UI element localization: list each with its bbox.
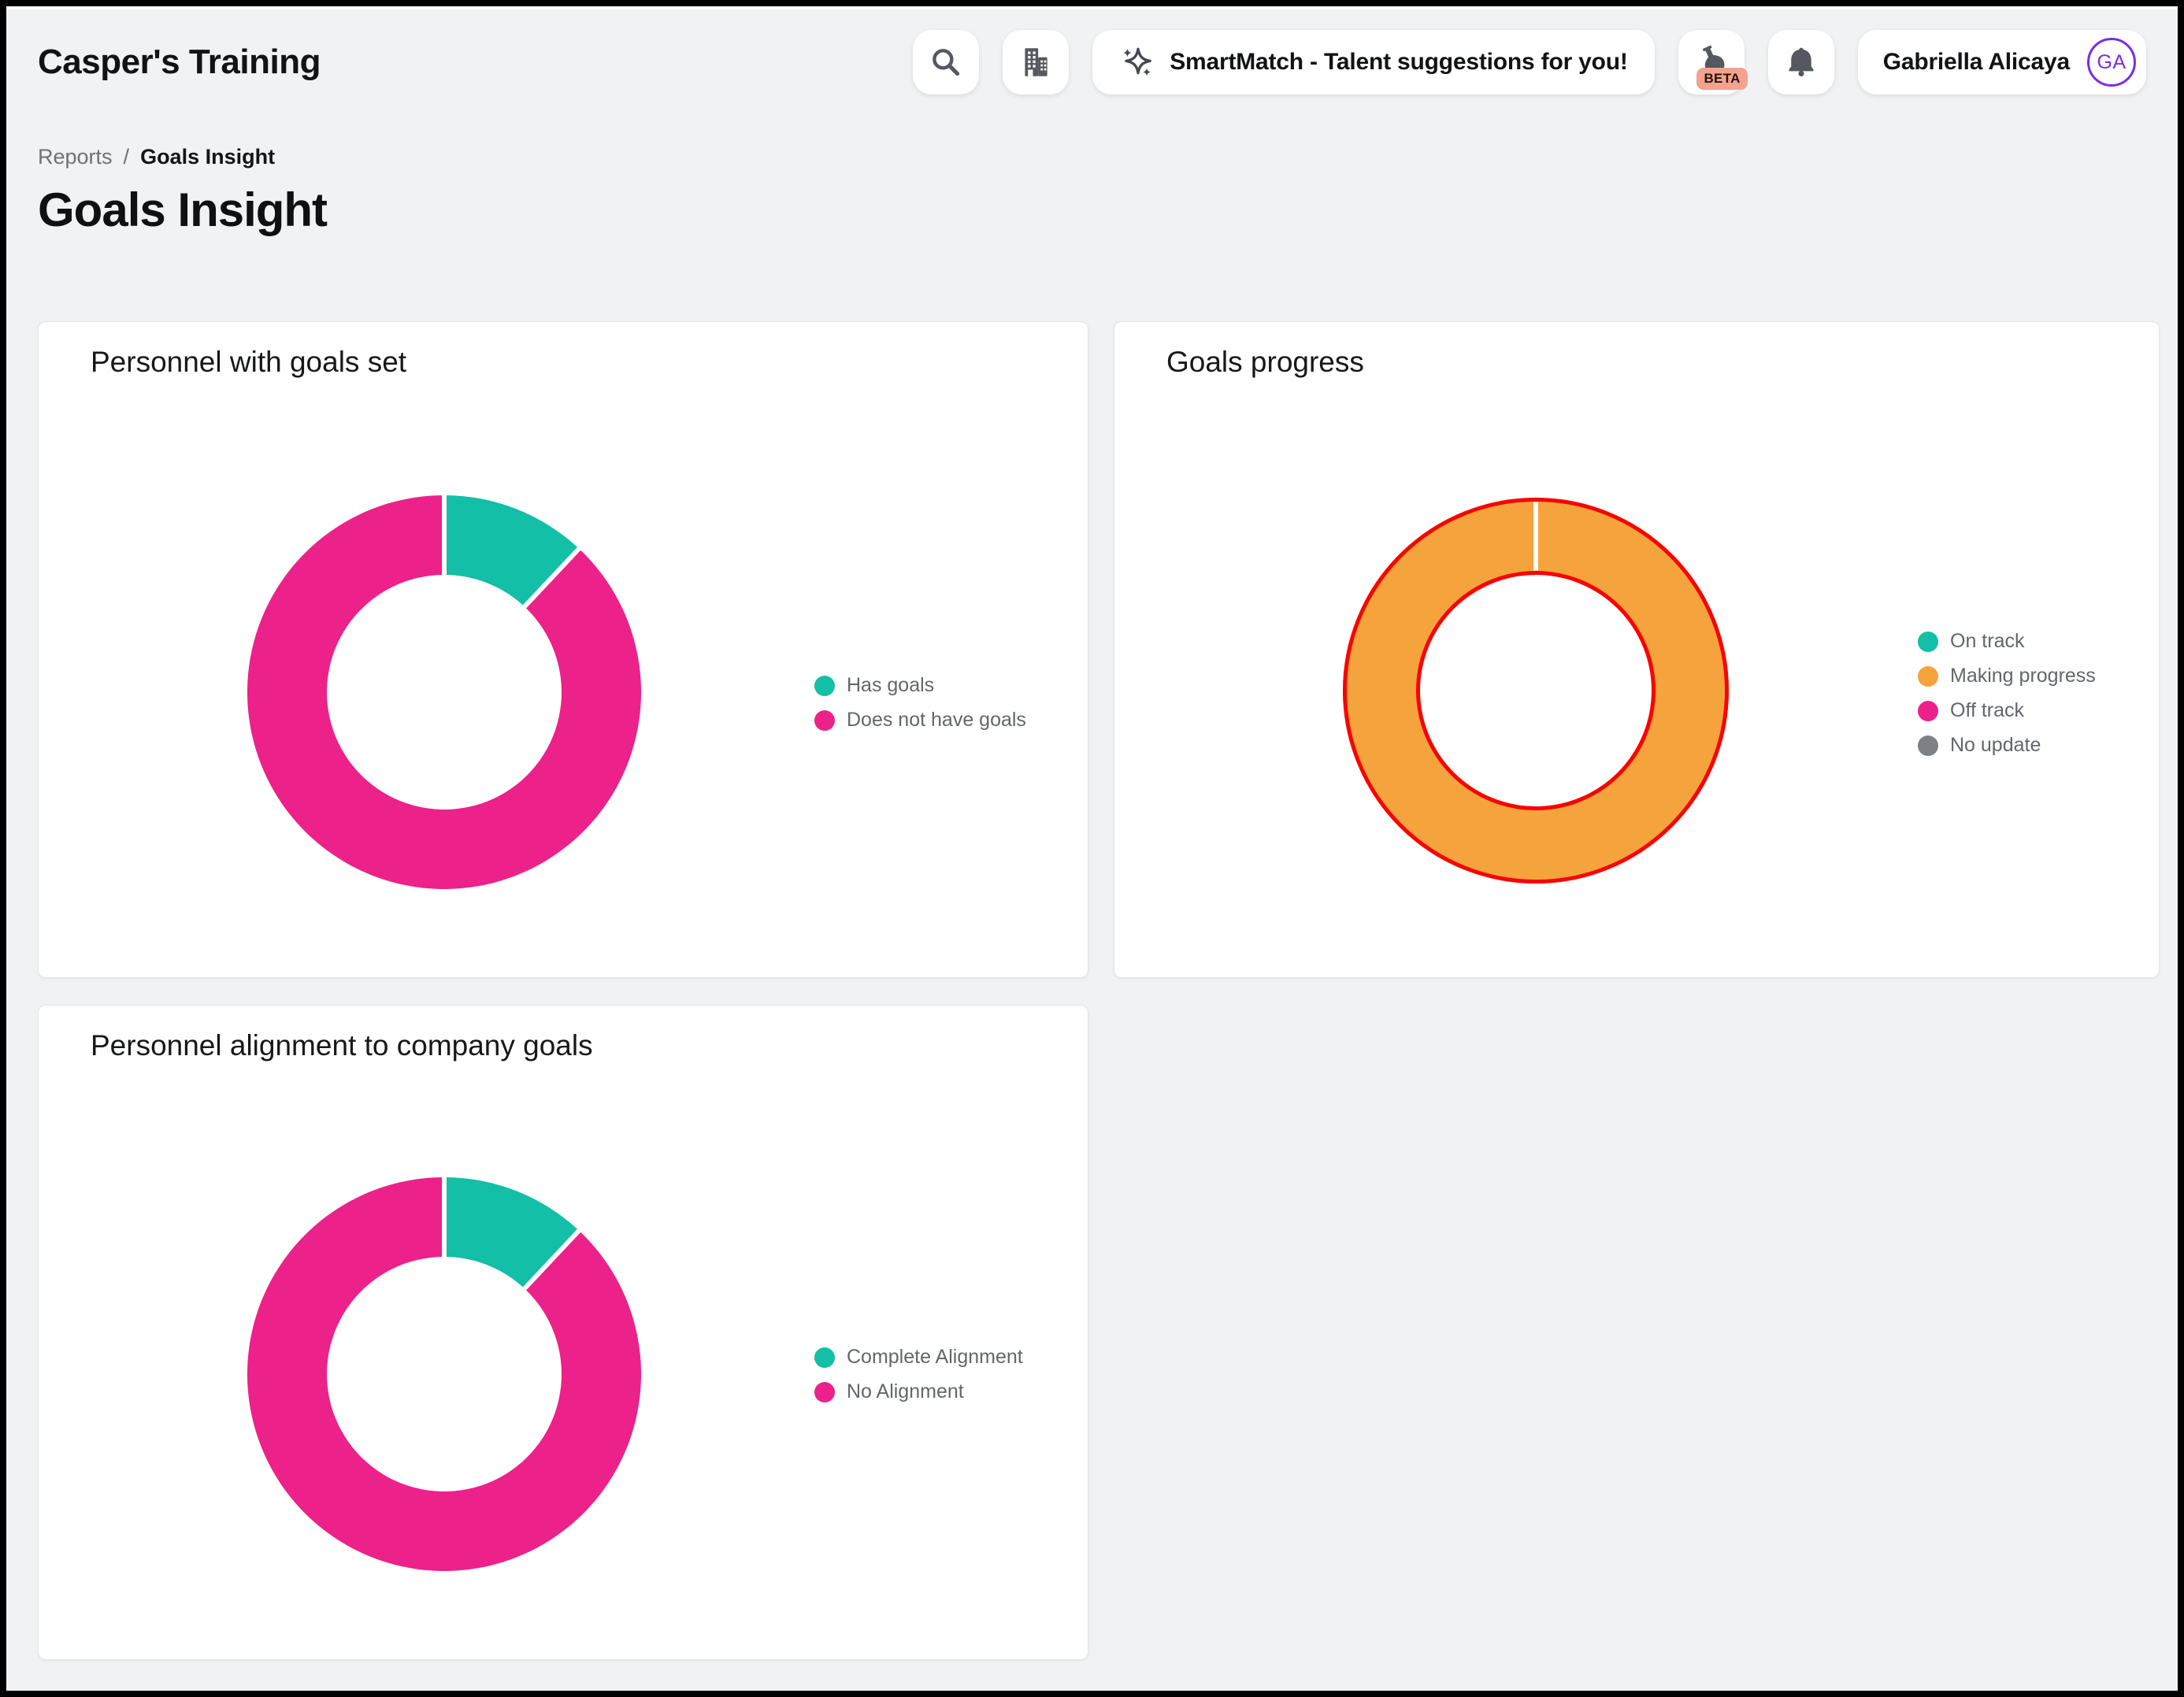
breadcrumb-separator: / bbox=[124, 145, 130, 169]
labs-button[interactable]: BETA bbox=[1678, 30, 1745, 94]
legend-label: On track bbox=[1950, 630, 2024, 653]
header-actions: SmartMatch - Talent suggestions for you!… bbox=[913, 30, 2146, 94]
page-title: Goals Insight bbox=[38, 183, 327, 237]
goals-progress-donut-chart bbox=[1331, 486, 1741, 899]
top-bar: Casper's Training bbox=[38, 6, 2146, 118]
legend-label: Complete Alignment bbox=[847, 1346, 1023, 1369]
chart-legend: Complete Alignment No Alignment bbox=[814, 1345, 1023, 1404]
legend-label: Has goals bbox=[847, 674, 934, 697]
card-title: Personnel alignment to company goals bbox=[91, 1029, 593, 1062]
beta-badge: BETA bbox=[1696, 68, 1747, 90]
legend-item: Off track bbox=[1918, 698, 2096, 723]
building-icon bbox=[1018, 44, 1054, 80]
personnel-goals-donut-chart bbox=[239, 487, 649, 901]
notifications-button[interactable] bbox=[1768, 30, 1834, 94]
legend-item: No update bbox=[1918, 733, 2096, 758]
smartmatch-label: SmartMatch - Talent suggestions for you! bbox=[1170, 49, 1628, 76]
bell-icon bbox=[1783, 44, 1819, 80]
legend-item: No Alignment bbox=[814, 1380, 1023, 1404]
personnel-alignment-donut-chart bbox=[239, 1169, 649, 1583]
legend-item: Making progress bbox=[1918, 664, 2096, 688]
smartmatch-button[interactable]: SmartMatch - Talent suggestions for you! bbox=[1092, 30, 1655, 94]
legend-dot bbox=[1918, 632, 1938, 652]
legend-dot bbox=[814, 676, 835, 696]
legend-label: No Alignment bbox=[847, 1380, 964, 1403]
user-name: Gabriella Alicaya bbox=[1883, 49, 2070, 76]
legend-label: Off track bbox=[1950, 699, 2024, 722]
org-switcher-button[interactable] bbox=[1003, 30, 1069, 94]
search-icon bbox=[928, 44, 964, 80]
card-title: Personnel with goals set bbox=[91, 346, 406, 379]
chart-legend: On track Making progress Off track No up… bbox=[1918, 629, 2096, 758]
legend-item: Does not have goals bbox=[814, 708, 1026, 732]
avatar: GA bbox=[2087, 38, 2136, 87]
chart-legend: Has goals Does not have goals bbox=[814, 673, 1026, 732]
card-title: Goals progress bbox=[1166, 346, 1364, 379]
company-title: Casper's Training bbox=[38, 43, 321, 82]
legend-dot bbox=[814, 1382, 835, 1402]
sparkle-icon bbox=[1119, 44, 1155, 80]
search-button[interactable] bbox=[913, 30, 979, 94]
legend-item: Complete Alignment bbox=[814, 1345, 1023, 1369]
card-personnel-alignment: Personnel alignment to company goals Com… bbox=[38, 1005, 1088, 1660]
legend-label: Making progress bbox=[1950, 665, 2096, 687]
user-menu-button[interactable]: Gabriella Alicaya GA bbox=[1858, 30, 2146, 94]
legend-item: Has goals bbox=[814, 673, 1026, 698]
card-goals-progress: Goals progress On track Making progress … bbox=[1114, 321, 2160, 978]
card-personnel-with-goals: Personnel with goals set Has goals Does … bbox=[38, 321, 1088, 978]
legend-dot bbox=[1918, 701, 1938, 721]
breadcrumb-current: Goals Insight bbox=[140, 145, 275, 169]
legend-label: Does not have goals bbox=[847, 709, 1026, 732]
app-window: Casper's Training bbox=[6, 6, 2178, 1691]
legend-dot bbox=[814, 710, 835, 731]
legend-item: On track bbox=[1918, 629, 2096, 654]
legend-dot bbox=[814, 1347, 835, 1368]
breadcrumb-reports-link[interactable]: Reports bbox=[38, 145, 113, 169]
breadcrumb: Reports / Goals Insight bbox=[38, 145, 275, 169]
legend-dot bbox=[1918, 666, 1938, 687]
legend-dot bbox=[1918, 735, 1938, 756]
legend-label: No update bbox=[1950, 734, 2041, 757]
